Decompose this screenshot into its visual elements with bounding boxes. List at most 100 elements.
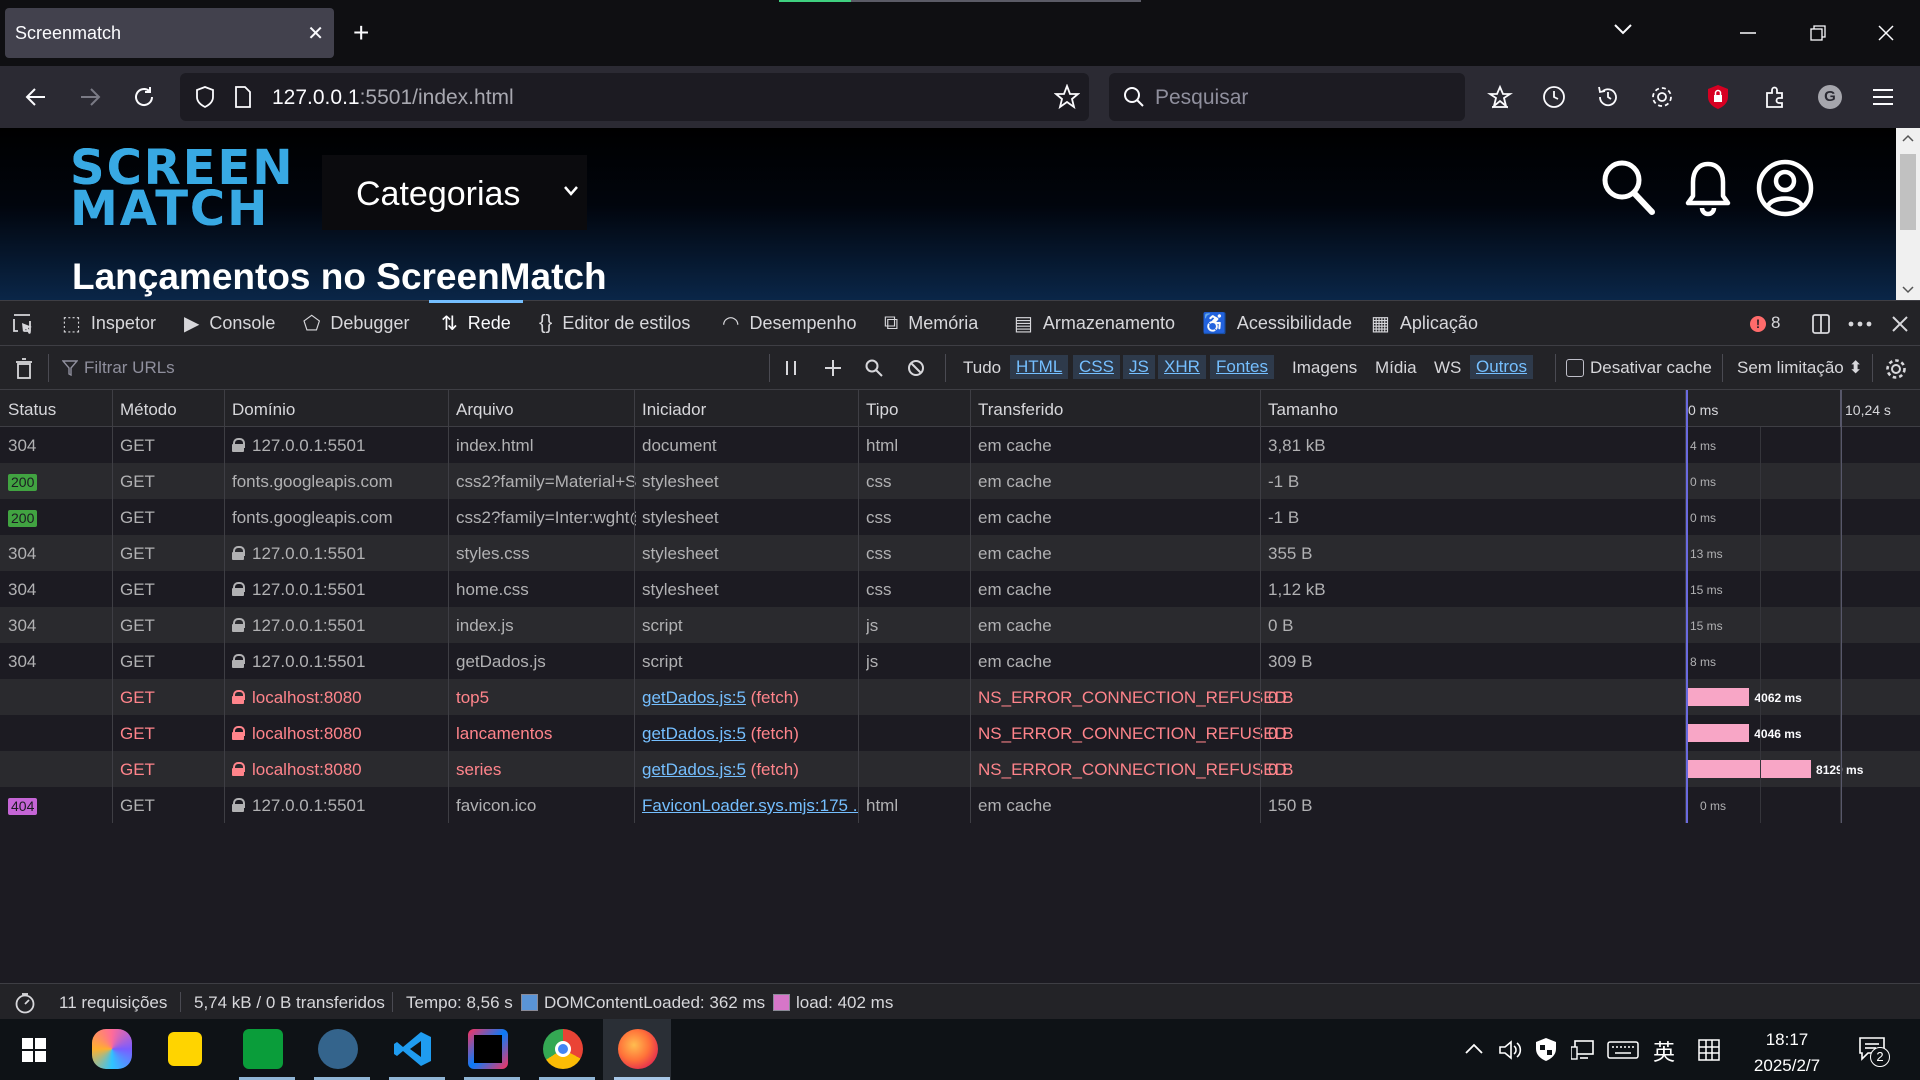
devtools-tab-armazenamento[interactable]: ▤ Armazenamento — [1014, 301, 1175, 345]
postgresql-app-icon[interactable] — [318, 1029, 358, 1069]
ime-mode-icon[interactable] — [1697, 1038, 1721, 1062]
extensions-puzzle-icon[interactable] — [1762, 84, 1790, 112]
notification-center[interactable]: 2 — [1858, 1035, 1890, 1067]
table-row[interactable]: GET localhost:8080 top5 getDados.js:5 (fetc… — [0, 679, 1920, 715]
devtools-tab-rede[interactable]: ⇅ Rede — [429, 300, 523, 345]
filter-type-outros[interactable]: Outros — [1470, 355, 1534, 379]
block-requests-icon[interactable] — [907, 359, 925, 377]
notifications-bell-icon[interactable] — [1678, 158, 1738, 218]
column-separator[interactable] — [970, 390, 971, 823]
page-search-icon[interactable] — [1598, 158, 1658, 218]
scroll-down-icon[interactable] — [1902, 286, 1914, 294]
security-shield-icon[interactable] — [1535, 1037, 1557, 1063]
table-row[interactable]: 304 GET 127.0.0.1:5501 index.html document ht… — [0, 427, 1920, 463]
add-request-icon[interactable] — [824, 359, 842, 377]
table-row[interactable]: 200 GET fonts.googleapis.com css2?family=Ma… — [0, 463, 1920, 499]
filter-type-js[interactable]: JS — [1123, 355, 1155, 379]
chrome-app-icon[interactable] — [543, 1029, 583, 1069]
column-header-status[interactable]: Status — [8, 400, 56, 420]
menu-hamburger-icon[interactable] — [1872, 87, 1900, 115]
table-row[interactable]: GET localhost:8080 series getDados.js:5 (fe… — [0, 751, 1920, 787]
windows-start-icon[interactable] — [22, 1038, 46, 1062]
error-count[interactable]: ! 8 — [1750, 313, 1780, 333]
close-window-icon[interactable] — [1878, 25, 1894, 41]
filter-type-css[interactable]: CSS — [1073, 355, 1120, 379]
waterfall-bar[interactable] — [1688, 688, 1750, 706]
search-requests-icon[interactable] — [865, 359, 883, 377]
new-tab-button[interactable]: + — [353, 16, 369, 50]
profile-avatar[interactable]: G — [1818, 85, 1842, 109]
column-separator[interactable] — [1685, 390, 1686, 823]
initiator-link[interactable]: FaviconLoader.sys.mjs:175 ... — [642, 796, 858, 815]
table-row[interactable]: 304 GET 127.0.0.1:5501 index.js script js em c… — [0, 607, 1920, 643]
devtools-tab-inspetor[interactable]: ⬚ Inspetor — [62, 301, 156, 345]
devtools-tab-editor-de-estilos[interactable]: {} Editor de estilos — [539, 301, 690, 345]
disable-cache-checkbox[interactable]: Desativar cache — [1566, 358, 1712, 378]
column-separator[interactable] — [858, 390, 859, 823]
column-separator[interactable] — [448, 390, 449, 823]
column-header-tipo[interactable]: Tipo — [866, 400, 898, 420]
extension-lock-icon[interactable] — [1706, 83, 1734, 111]
firefox-app-icon[interactable] — [618, 1029, 658, 1069]
copilot-app-icon[interactable] — [92, 1029, 132, 1069]
site-security-icon[interactable] — [194, 85, 216, 109]
url-text[interactable]: 127.0.0.1:5501/index.html — [272, 86, 514, 110]
system-clock[interactable]: 18:17 2025/2/7 — [1742, 1027, 1832, 1079]
throttling-select[interactable]: Sem limitação ⬍ — [1737, 358, 1863, 378]
page-scrollbar-thumb[interactable] — [1900, 154, 1916, 230]
forward-icon[interactable] — [78, 85, 102, 109]
network-monitor-icon[interactable] — [1571, 1039, 1595, 1061]
filter-type-xhr[interactable]: XHR — [1158, 355, 1206, 379]
volume-icon[interactable] — [1498, 1039, 1522, 1061]
filter-type-mídia[interactable]: Mídia — [1375, 358, 1417, 378]
devtools-tab-aplicação[interactable]: ▦ Aplicação — [1371, 301, 1478, 345]
reload-icon[interactable] — [132, 85, 156, 109]
back-icon[interactable] — [24, 85, 48, 109]
filter-type-ws[interactable]: WS — [1434, 358, 1461, 378]
filter-type-fontes[interactable]: Fontes — [1210, 355, 1274, 379]
categories-dropdown[interactable]: Categorias — [322, 155, 587, 230]
responsive-design-icon[interactable] — [1810, 313, 1832, 335]
initiator-link[interactable]: getDados.js:5 — [642, 760, 746, 779]
table-row[interactable]: 304 GET 127.0.0.1:5501 styles.css stylesheet… — [0, 535, 1920, 571]
table-row[interactable]: 304 GET 127.0.0.1:5501 getDados.js script js e… — [0, 643, 1920, 679]
table-row[interactable]: GET localhost:8080 lancamentos getDados.js:… — [0, 715, 1920, 751]
column-header-domínio[interactable]: Domínio — [232, 400, 295, 420]
restore-icon[interactable] — [1810, 25, 1826, 41]
green-app-icon[interactable] — [243, 1029, 283, 1069]
sticky-notes-app-icon[interactable] — [168, 1032, 202, 1066]
address-bar[interactable]: 127.0.0.1:5501/index.html — [180, 73, 1089, 121]
browser-tab[interactable]: Screenmatch ✕ — [5, 8, 334, 58]
column-header-arquivo[interactable]: Arquivo — [456, 400, 514, 420]
filter-type-imagens[interactable]: Imagens — [1292, 358, 1357, 378]
column-separator[interactable] — [224, 390, 225, 823]
devtools-tab-desempenho[interactable]: ◠ Desempenho — [722, 301, 857, 345]
column-header-transferido[interactable]: Transferido — [978, 400, 1063, 420]
filter-urls-input[interactable]: Filtrar URLs — [84, 358, 175, 378]
page-scrollbar[interactable] — [1896, 128, 1920, 300]
column-separator[interactable] — [112, 390, 113, 823]
devtools-tab-acessibilidade[interactable]: ♿ Acessibilidade — [1202, 301, 1352, 345]
devtools-tab-console[interactable]: ▶ Console — [184, 301, 275, 345]
settings-gear-icon[interactable] — [1649, 84, 1677, 112]
ime-indicator[interactable]: 英 — [1653, 1035, 1675, 1067]
clear-trash-icon[interactable] — [15, 358, 33, 380]
waterfall-bar[interactable] — [1688, 760, 1812, 778]
scroll-up-icon[interactable] — [1902, 134, 1914, 142]
network-settings-gear-icon[interactable] — [1884, 357, 1908, 381]
more-options-icon[interactable] — [1848, 321, 1872, 327]
column-header-método[interactable]: Método — [120, 400, 177, 420]
tab-close-icon[interactable]: ✕ — [307, 21, 324, 46]
tray-chevron-up-icon[interactable] — [1465, 1043, 1483, 1055]
filter-type-tudo[interactable]: Tudo — [963, 358, 1001, 378]
screenmatch-logo[interactable]: SCREEN MATCH — [70, 144, 295, 233]
bookmarks-icon[interactable] — [1487, 84, 1515, 112]
table-row[interactable]: 200 GET fonts.googleapis.com css2?family=In… — [0, 499, 1920, 535]
pause-icon[interactable] — [784, 360, 798, 376]
initiator-link[interactable]: getDados.js:5 — [642, 688, 746, 707]
recently-closed-icon[interactable] — [1595, 84, 1623, 112]
checkbox-box[interactable] — [1566, 359, 1584, 377]
table-row[interactable]: 304 GET 127.0.0.1:5501 home.css stylesheet cs… — [0, 571, 1920, 607]
column-separator[interactable] — [634, 390, 635, 823]
column-header-tamanho[interactable]: Tamanho — [1268, 400, 1338, 420]
